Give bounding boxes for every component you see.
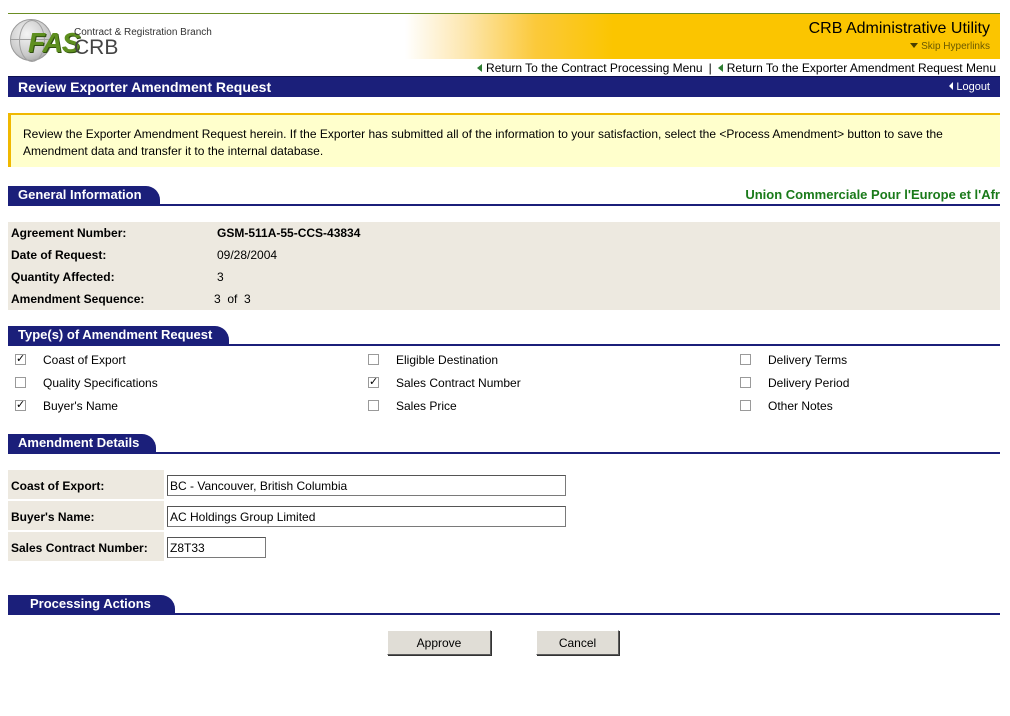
checkbox-label: Delivery Terms [768,353,848,367]
checkbox-checked-icon[interactable]: ✓ [368,377,379,388]
checkbox-unchecked-icon[interactable] [368,354,379,365]
general-info-panel: Agreement Number: GSM-511A-55-CCS-43834 … [8,222,1000,310]
checkbox-unchecked-icon[interactable] [740,400,751,411]
buyers-name-label: Buyer's Name: [8,501,164,530]
checkbox-unchecked-icon[interactable] [368,400,379,411]
logout-link[interactable]: Logout [949,81,990,93]
logout-label[interactable]: Logout [956,81,990,93]
arrow-left-icon [949,82,954,90]
info-label: Date of Request: [11,248,107,262]
skip-hyperlinks-label[interactable]: Skip Hyperlinks [921,41,990,52]
checkbox-label: Eligible Destination [396,353,499,367]
checkbox-unchecked-icon[interactable] [740,354,751,365]
coast-of-export-label: Coast of Export: [8,470,164,499]
info-value: GSM-511A-55-CCS-43834 [217,226,361,240]
info-value: 09/28/2004 [217,248,278,262]
info-label: Amendment Sequence: [11,292,145,306]
checkbox-label: Sales Price [396,399,457,413]
cancel-button[interactable]: Cancel [536,630,619,655]
checkbox-label: Quality Specifications [43,376,158,390]
checkbox-label: Coast of Export [43,353,126,367]
info-value: 3 [217,270,224,284]
utility-title: CRB Administrative Utility [808,20,990,37]
return-contract-menu-link[interactable]: Return To the Contract Processing Menu [486,61,703,75]
fas-crb-logo: FAS Contract & Registration Branch CRB [8,17,238,63]
header-banner: CRB Administrative Utility Skip Hyperlin… [405,14,1000,59]
amendment-details-tab: Amendment Details [8,434,156,452]
checkbox-unchecked-icon[interactable] [740,377,751,388]
return-amendment-menu-link[interactable]: Return To the Exporter Amendment Request… [727,61,996,75]
arrow-left-icon [717,64,723,72]
instructions-box: Review the Exporter Amendment Request he… [8,113,1000,167]
general-information-section: General Information Union Commerciale Po… [8,186,1000,206]
logo-fas-text: FAS [28,27,80,58]
sales-contract-number-field[interactable]: Z8T33 [167,537,266,558]
return-nav: Return To the Contract Processing Menu | R… [477,61,996,75]
processing-actions-tab: Processing Actions [8,595,175,613]
general-information-tab: General Information [8,186,160,204]
logo-crb-text: CRB [74,36,119,59]
coast-of-export-field[interactable]: BC - Vancouver, British Columbia [167,475,566,496]
info-label: Agreement Number: [11,226,127,240]
checkbox-label: Delivery Period [768,376,850,390]
skip-hyperlinks-link[interactable]: Skip Hyperlinks [910,41,990,52]
page-title-bar: Review Exporter Amendment Request Logout [8,76,1000,97]
checkbox-checked-icon[interactable]: ✓ [15,354,26,365]
amendment-details-section: Amendment Details [8,434,1000,454]
approve-button[interactable]: Approve [387,630,491,655]
processing-actions-section: Processing Actions [8,595,1000,615]
amendment-types-tab: Type(s) of Amendment Request [8,326,229,344]
info-value: 3 of 3 [214,292,251,306]
checkbox-unchecked-icon[interactable] [15,377,26,388]
checkbox-label: Sales Contract Number [396,376,521,390]
checkbox-label: Other Notes [768,399,833,413]
checkbox-label: Buyer's Name [43,399,118,413]
exporter-name: Union Commerciale Pour l'Europe et l'Afr [745,187,1000,202]
sales-contract-number-label: Sales Contract Number: [8,532,164,561]
triangle-down-icon [910,43,919,48]
checkbox-checked-icon[interactable]: ✓ [15,400,26,411]
amendment-types-section: Type(s) of Amendment Request [8,326,1000,346]
page-title: Review Exporter Amendment Request [18,79,272,95]
arrow-left-icon [477,64,483,72]
nav-separator: | [708,61,712,75]
info-label: Quantity Affected: [11,270,115,284]
buyers-name-field[interactable]: AC Holdings Group Limited [167,506,566,527]
